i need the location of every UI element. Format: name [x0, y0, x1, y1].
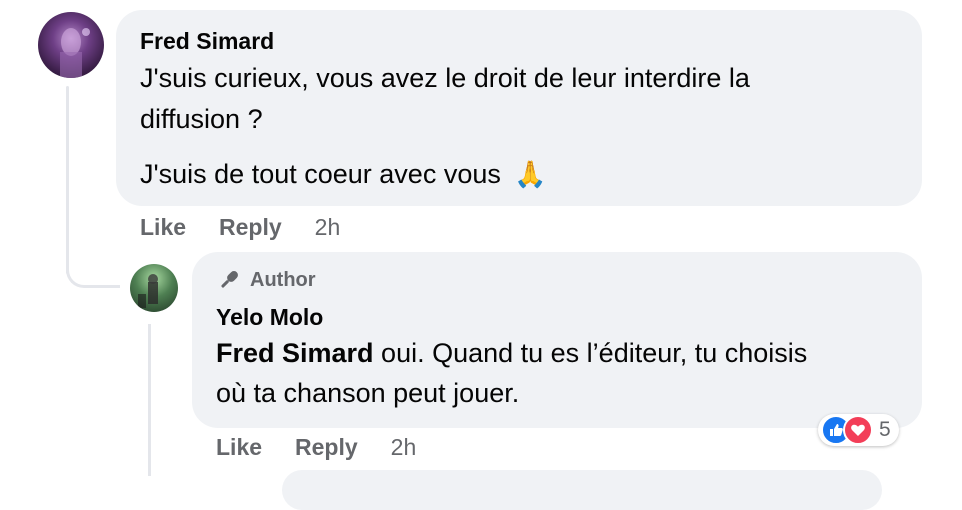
- reply-author-name[interactable]: Yelo Molo: [216, 304, 323, 331]
- reply-like-button[interactable]: Like: [216, 434, 262, 461]
- author-badge-label: Author: [250, 268, 316, 291]
- microphone-icon: [221, 271, 238, 288]
- comment-text-line1: J'suis curieux, vous avez le droit de le…: [140, 63, 750, 93]
- love-icon: [843, 415, 873, 445]
- reaction-count: 5: [879, 418, 891, 441]
- like-button[interactable]: Like: [140, 214, 186, 241]
- reply-reply-button[interactable]: Reply: [295, 434, 358, 461]
- avatar[interactable]: [38, 12, 104, 78]
- thread-line-reply: [148, 324, 151, 476]
- thread-line-vertical: [66, 86, 69, 274]
- author-badge: Author: [216, 268, 316, 292]
- praying-hands-icon: 🙏: [514, 159, 547, 189]
- comment-timestamp[interactable]: 2h: [315, 214, 341, 241]
- reply-actions: Like Reply 2h: [216, 434, 416, 461]
- reply-button[interactable]: Reply: [219, 214, 282, 241]
- reply-text-line2: où ta chanson peut jouer.: [216, 378, 520, 408]
- reply-text-line1: Fred Simard oui. Quand tu es l’éditeur, …: [216, 333, 807, 374]
- reaction-summary[interactable]: 5: [818, 414, 899, 446]
- reply-avatar-photo: [138, 274, 158, 308]
- comment-text-line3: J'suis de tout coeur avec vous 🙏: [140, 154, 547, 195]
- reply-avatar[interactable]: [130, 264, 178, 312]
- comment-text-line3-content: J'suis de tout coeur avec vous: [140, 159, 501, 189]
- comment-text-line2: diffusion ?: [140, 104, 263, 134]
- next-comment-bubble-partial: [282, 470, 882, 510]
- thread-line-curve: [66, 250, 120, 288]
- comment-actions: Like Reply 2h: [140, 214, 340, 241]
- reply-text-line1-rest: oui. Quand tu es l’éditeur, tu choisis: [373, 338, 808, 368]
- reply-timestamp[interactable]: 2h: [391, 434, 417, 461]
- mention-link[interactable]: Fred Simard: [216, 338, 374, 368]
- avatar-photo: [60, 28, 90, 78]
- comment-author-name[interactable]: Fred Simard: [140, 28, 274, 55]
